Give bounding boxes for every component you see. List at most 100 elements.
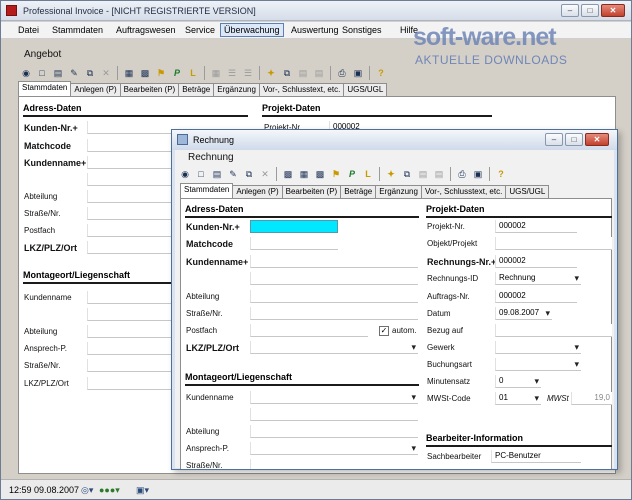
dialog-save-icon[interactable]: ▩: [313, 167, 327, 181]
tab-betraege[interactable]: Beträge: [178, 83, 215, 96]
montage-kundenname-field[interactable]: [87, 291, 171, 304]
postfach-field[interactable]: [87, 224, 171, 237]
dialog-lkz-dropdown[interactable]: [250, 341, 418, 354]
copy-docs-icon[interactable]: ⧉: [280, 66, 294, 80]
edit-icon[interactable]: ✎: [67, 66, 81, 80]
calculator-icon[interactable]: ▦: [209, 66, 223, 80]
dialog-tab-ugs-ugl[interactable]: UGS/UGL: [505, 185, 550, 198]
menu-auswertung[interactable]: Auswertung: [291, 25, 339, 35]
dialog-copy-docs-icon[interactable]: ⧉: [400, 167, 414, 181]
dialog-paste2-icon[interactable]: ▤: [432, 167, 446, 181]
datum-picker[interactable]: 09.08.2007: [495, 307, 552, 320]
p-icon[interactable]: P: [170, 66, 184, 80]
dialog-help-icon[interactable]: ?: [494, 167, 508, 181]
montage-kundenname2-field[interactable]: [87, 308, 171, 321]
tab-ergaenzung[interactable]: Ergänzung: [213, 83, 260, 96]
paste2-icon[interactable]: ▤: [312, 66, 326, 80]
document-icon[interactable]: ▤: [51, 66, 65, 80]
flag-icon[interactable]: ⚑: [154, 66, 168, 80]
tab-ugs-ugl[interactable]: UGS/UGL: [343, 83, 388, 96]
gewerk-dropdown[interactable]: [495, 341, 581, 354]
montage-ansprech-field[interactable]: [87, 342, 171, 355]
lkz-field[interactable]: [87, 241, 171, 254]
dialog-tab-bearbeiten[interactable]: Bearbeiten (P): [281, 185, 342, 198]
dialog-copy-icon[interactable]: ⧉: [242, 167, 256, 181]
montage-lkz-field[interactable]: [87, 377, 171, 390]
l-icon[interactable]: L: [186, 66, 200, 80]
mwst-code-dropdown[interactable]: 01: [495, 392, 541, 405]
dialog-tab-anlegen[interactable]: Anlegen (P): [232, 185, 283, 198]
dialog-montage-abteilung-field[interactable]: [250, 425, 418, 438]
dialog-kunden-nr-field[interactable]: [250, 220, 338, 233]
menu-datei[interactable]: Datei: [18, 25, 39, 35]
menu-auftragswesen[interactable]: Auftragswesen: [116, 25, 176, 35]
help-icon[interactable]: ?: [374, 66, 388, 80]
dialog-address-icon[interactable]: ▦: [297, 167, 311, 181]
dialog-document-icon[interactable]: ▤: [210, 167, 224, 181]
dialog-kundenname2-field[interactable]: [250, 272, 418, 285]
binoculars-icon[interactable]: ◉: [19, 66, 33, 80]
dialog-close-button[interactable]: ✕: [585, 133, 609, 146]
wand-icon[interactable]: ✦: [264, 66, 278, 80]
status-globe-icon[interactable]: ◎▾: [81, 485, 93, 496]
preview-icon[interactable]: ▣: [351, 66, 365, 80]
address-icon[interactable]: ▦: [122, 66, 136, 80]
dialog-montage-strasse-field[interactable]: [250, 459, 418, 469]
dialog-maximize-button[interactable]: □: [565, 133, 583, 146]
dialog-wand-icon[interactable]: ✦: [384, 167, 398, 181]
dialog-l-icon[interactable]: L: [361, 167, 375, 181]
dialog-export-icon[interactable]: ▩: [281, 167, 295, 181]
dialog-new-document-icon[interactable]: □: [194, 167, 208, 181]
dialog-montage-ansprech-dropdown[interactable]: [250, 442, 418, 455]
save-icon[interactable]: ▩: [138, 66, 152, 80]
new-document-icon[interactable]: □: [35, 66, 49, 80]
close-button[interactable]: ✕: [601, 4, 625, 17]
rechnungs-id-dropdown[interactable]: Rechnung: [495, 272, 581, 285]
list-icon[interactable]: ☰: [225, 66, 239, 80]
buchungsart-dropdown[interactable]: [495, 358, 581, 371]
montage-abteilung-field[interactable]: [87, 325, 171, 338]
tab-vorschlusstext[interactable]: Vor-, Schlusstext, etc.: [258, 83, 345, 96]
dialog-flag-icon[interactable]: ⚑: [329, 167, 343, 181]
montage-strasse-field[interactable]: [87, 359, 171, 372]
maximize-button[interactable]: □: [581, 4, 599, 17]
kundenname2-field[interactable]: [87, 173, 171, 186]
dialog-montage-kundenname2-field[interactable]: [250, 408, 418, 421]
menu-stammdaten[interactable]: Stammdaten: [52, 25, 103, 35]
sachbearbeiter-field[interactable]: PC-Benutzer: [491, 450, 581, 463]
dialog-edit-icon[interactable]: ✎: [226, 167, 240, 181]
kunden-nr-field[interactable]: [87, 121, 171, 134]
dialog-tab-ergaenzung[interactable]: Ergänzung: [375, 185, 422, 198]
dialog-minimize-button[interactable]: –: [545, 133, 563, 146]
objekt-field[interactable]: [495, 237, 612, 250]
tab-stammdaten[interactable]: Stammdaten: [18, 81, 72, 96]
copy-icon[interactable]: ⧉: [83, 66, 97, 80]
menu-sonstiges[interactable]: Sonstiges: [342, 25, 382, 35]
dialog-tab-stammdaten[interactable]: Stammdaten: [180, 183, 234, 198]
menu-ueberwachung[interactable]: Überwachung: [220, 23, 284, 37]
dialog-tab-vorschlusstext[interactable]: Vor-, Schlusstext, etc.: [420, 185, 507, 198]
dialog-montage-kundenname-dropdown[interactable]: [250, 391, 418, 404]
dialog-kundenname-field[interactable]: [250, 255, 418, 268]
dialog-binoculars-icon[interactable]: ◉: [178, 167, 192, 181]
dialog-p-icon[interactable]: P: [345, 167, 359, 181]
dialog-strasse-field[interactable]: [250, 307, 418, 320]
dialog-matchcode-field[interactable]: [250, 237, 338, 250]
kundenname-field[interactable]: [87, 156, 171, 169]
list2-icon[interactable]: ☰: [241, 66, 255, 80]
paste-icon[interactable]: ▤: [296, 66, 310, 80]
projekt-nr-field[interactable]: 000002: [495, 220, 577, 233]
minutensatz-dropdown[interactable]: 0: [495, 375, 541, 388]
strasse-field[interactable]: [87, 207, 171, 220]
autom-checkbox[interactable]: ✓: [379, 326, 389, 336]
dialog-postfach-field[interactable]: [250, 324, 368, 337]
status-lights-icon[interactable]: ●●●▾: [99, 485, 120, 496]
dialog-paste-icon[interactable]: ▤: [416, 167, 430, 181]
tab-bearbeiten[interactable]: Bearbeiten (P): [119, 83, 180, 96]
bezug-field[interactable]: [495, 324, 612, 337]
rechnungs-nr-field[interactable]: 000002: [495, 255, 577, 268]
tab-anlegen[interactable]: Anlegen (P): [70, 83, 121, 96]
minimize-button[interactable]: –: [561, 4, 579, 17]
dialog-abteilung-field[interactable]: [250, 290, 418, 303]
matchcode-field[interactable]: [87, 139, 171, 152]
